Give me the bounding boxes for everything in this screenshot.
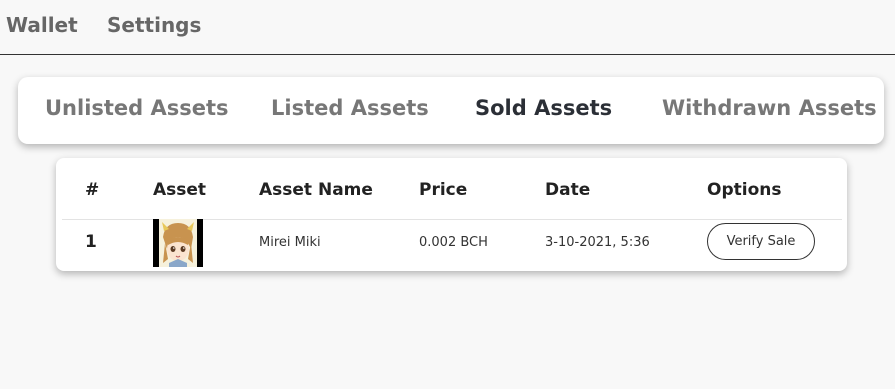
tab-withdrawn-assets[interactable]: Withdrawn Assets <box>662 96 877 120</box>
header-asset-name: Asset Name <box>259 180 373 200</box>
asset-thumbnail <box>153 219 203 267</box>
header-options: Options <box>707 180 782 200</box>
tab-listed-assets[interactable]: Listed Assets <box>271 96 429 120</box>
anime-character-thumbnail-icon <box>153 219 203 267</box>
asset-name-cell: Mirei Miki <box>259 235 321 250</box>
verify-sale-button[interactable]: Verify Sale <box>707 223 815 260</box>
header-asset: Asset <box>153 180 207 200</box>
asset-tabs: Unlisted Assets Listed Assets Sold Asset… <box>18 77 884 144</box>
date-cell: 3-10-2021, 5:36 <box>545 235 650 250</box>
header-date: Date <box>545 180 591 200</box>
nav-wallet-link[interactable]: Wallet <box>6 13 78 37</box>
price-cell: 0.002 BCH <box>419 235 488 250</box>
header-number: # <box>85 180 100 200</box>
nav-settings-link[interactable]: Settings <box>107 13 201 37</box>
tab-unlisted-assets[interactable]: Unlisted Assets <box>45 96 229 120</box>
header-price: Price <box>419 180 468 200</box>
top-nav: Wallet Settings <box>0 0 895 55</box>
sold-assets-table: # Asset Asset Name Price Date Options 1 <box>56 158 847 271</box>
tab-sold-assets[interactable]: Sold Assets <box>475 96 612 120</box>
row-number: 1 <box>85 232 97 252</box>
